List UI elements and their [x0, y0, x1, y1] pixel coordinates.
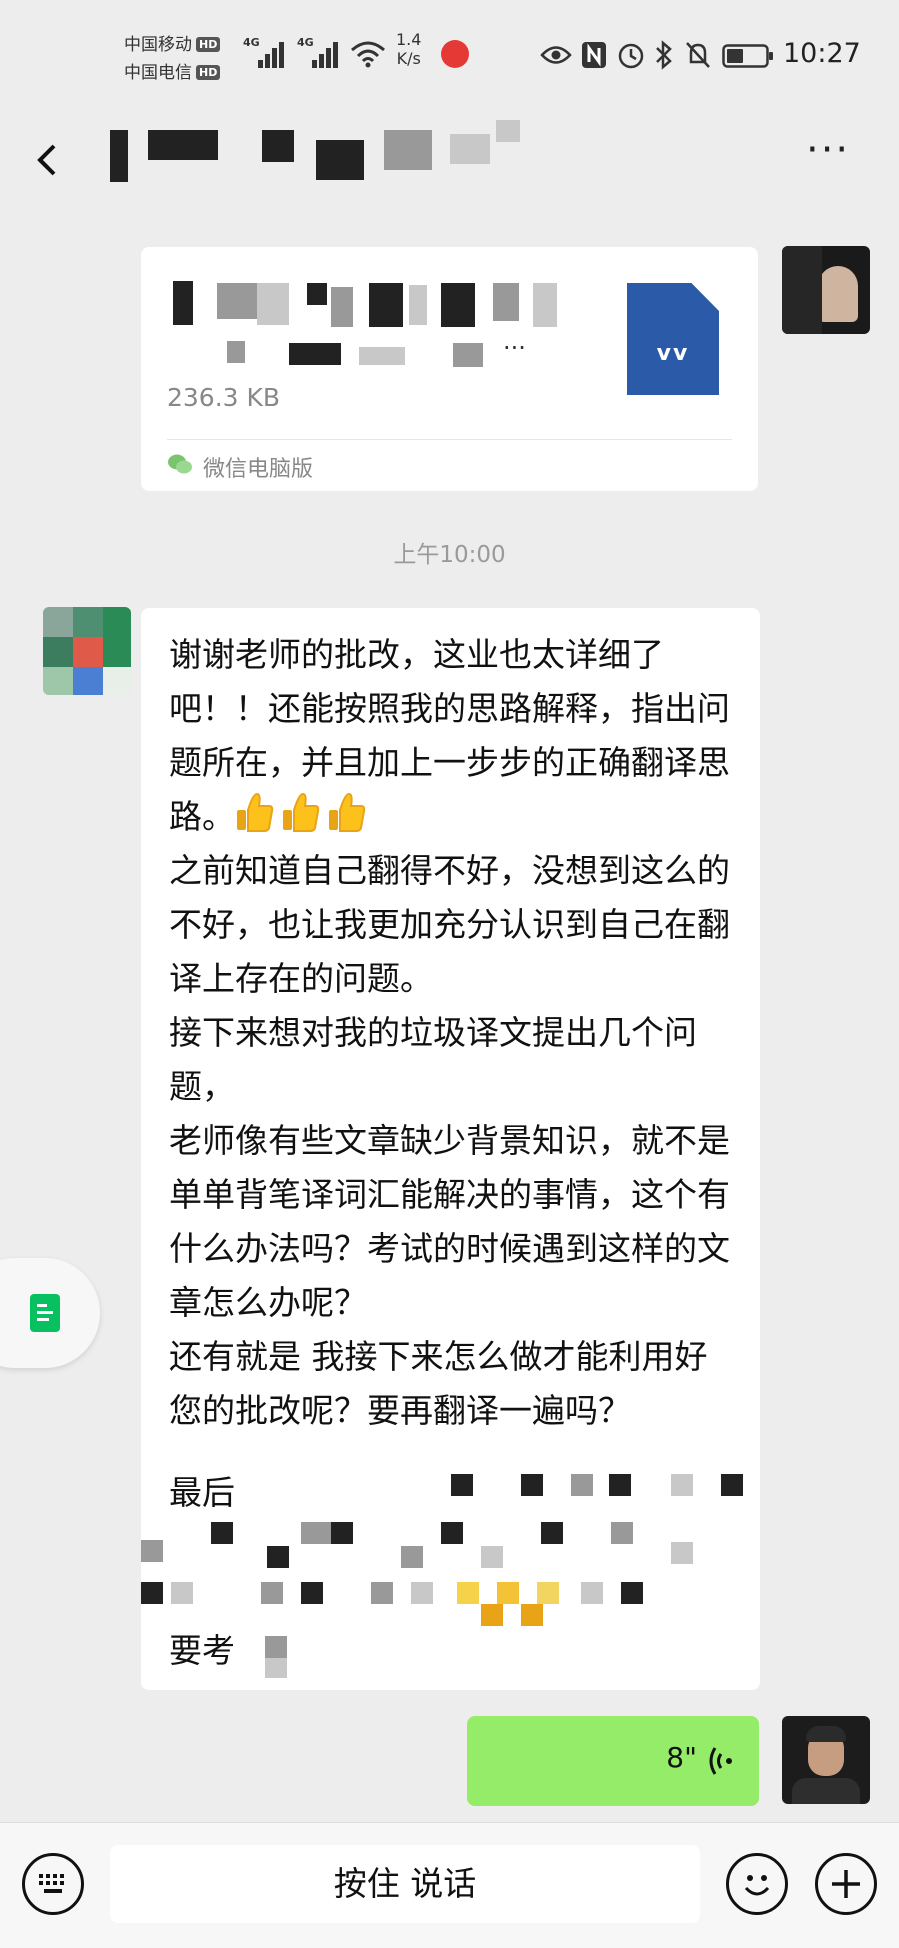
- status-time: 10:27: [783, 38, 861, 69]
- avatar[interactable]: [782, 246, 870, 334]
- status-bar: 中国移动 HD 中国电信 HD 4G 4G 1.4 K/s 10:27: [0, 0, 899, 110]
- nfc-icon: [582, 42, 606, 68]
- mute-icon: [686, 42, 710, 68]
- message-text: 谢谢老师的批改，这业也太详细了吧！！还能按照我的思路解释，指出问题所在，并且加上…: [169, 628, 739, 1438]
- file-message-card[interactable]: ... vv 236.3 KB 微信电脑版: [141, 247, 758, 491]
- notification-icon: [441, 40, 469, 68]
- more-options-button[interactable]: ···: [806, 130, 866, 170]
- emoji-button[interactable]: [726, 1853, 788, 1915]
- document-icon: [30, 1294, 60, 1332]
- network-speed: 1.4 K/s: [396, 30, 422, 68]
- floating-window-button[interactable]: [0, 1258, 100, 1368]
- carrier-1: 中国移动 HD: [124, 30, 221, 55]
- divider: [167, 439, 732, 440]
- hold-to-talk-button[interactable]: 按住 说话: [110, 1845, 700, 1923]
- carrier-2: 中国电信 HD: [124, 58, 221, 83]
- wechat-icon: [168, 454, 192, 474]
- signal-icon: [312, 38, 342, 68]
- chat-input-bar: 按住 说话: [0, 1822, 899, 1948]
- wifi-icon: [351, 41, 385, 68]
- keyboard-icon: [39, 1874, 64, 1893]
- file-size: 236.3 KB: [167, 383, 281, 412]
- message-partial-text: 最后: [169, 1473, 235, 1512]
- thumbs-up-icon: [235, 792, 373, 836]
- keyboard-button[interactable]: [22, 1853, 84, 1915]
- redacted-line: 要考: [141, 1620, 760, 1680]
- chat-title-bar: ···: [0, 110, 899, 200]
- file-source-label: 微信电脑版: [203, 457, 314, 482]
- alarm-icon: [618, 43, 644, 69]
- voice-wave-icon: [709, 1747, 732, 1775]
- avatar[interactable]: [782, 1716, 870, 1804]
- message-text-part-2: 之前知道自己翻得不好，没想到这么的不好，也让我更加充分认识到自己在翻译上存在的问…: [169, 851, 730, 1430]
- voice-message-bubble[interactable]: 8": [467, 1716, 759, 1806]
- emoji-icon: [744, 1875, 770, 1896]
- file-name-ellipsis: ...: [503, 327, 526, 355]
- signal-icon: [258, 38, 288, 68]
- back-arrow-icon[interactable]: [28, 132, 78, 182]
- eye-icon: [540, 46, 572, 64]
- bluetooth-icon: [656, 40, 672, 70]
- battery-icon: [722, 44, 773, 68]
- redacted-line: 最后: [141, 1460, 760, 1520]
- message-partial-text: 要考: [169, 1631, 235, 1670]
- redacted-line: [141, 1512, 760, 1572]
- document-icon: vv: [627, 283, 719, 395]
- avatar[interactable]: [43, 607, 131, 695]
- plus-icon: [832, 1870, 860, 1898]
- voice-duration: 8": [666, 1741, 697, 1774]
- more-functions-button[interactable]: [815, 1853, 877, 1915]
- time-divider: 上午10:00: [393, 542, 506, 568]
